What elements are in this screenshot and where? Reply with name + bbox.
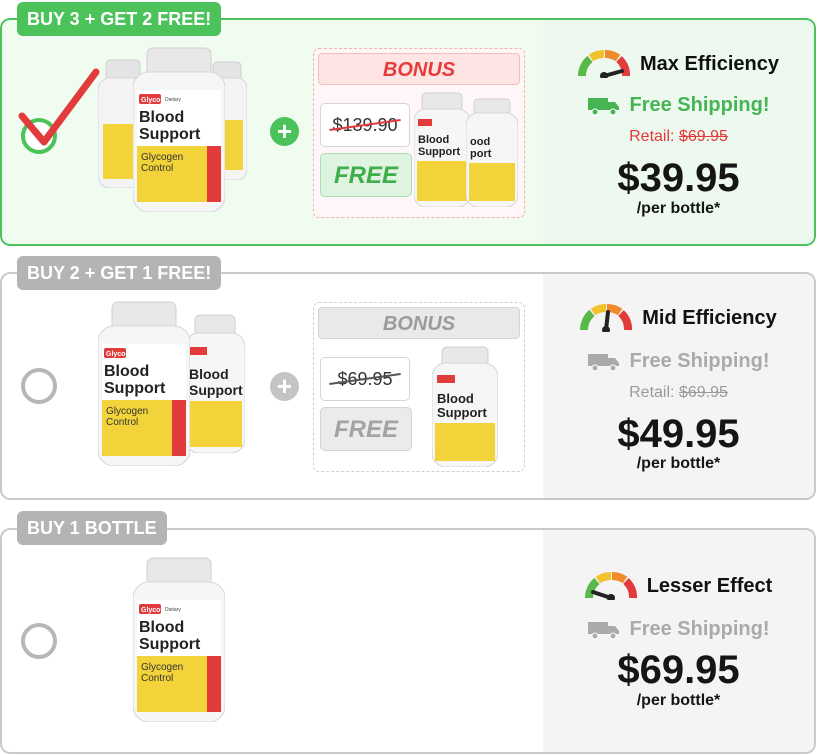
svg-text:port: port [470,148,492,160]
svg-text:Control: Control [106,417,138,428]
svg-text:Blood: Blood [139,109,184,126]
svg-text:Support: Support [104,380,166,397]
offer-price: $69.95 [617,648,740,692]
per-bottle-label: /per bottle* [636,455,721,472]
svg-text:Glycogen: Glycogen [141,152,183,163]
efficiency-label: Lesser Effect [646,574,773,597]
retail-price: Retail: $69.95 [629,128,728,145]
svg-text:Blood: Blood [418,134,449,146]
efficiency-label: Max Efficiency [640,52,779,75]
svg-text:Support: Support [437,405,487,420]
offer-radio[interactable] [21,368,57,404]
svg-text:Glycogen: Glycogen [106,406,148,417]
offer-tag: BUY 1 BOTTLE [17,511,167,545]
bonus-bottle: ood port [465,97,519,212]
truck-icon [587,621,619,639]
plus-icon: + [270,117,299,146]
svg-text:Control: Control [141,163,173,174]
bonus-header: BONUS [318,53,520,85]
shipping-label: Free Shipping! [629,350,770,372]
bonus-free-label: FREE [320,407,412,451]
product-bottle: Blood Support [184,313,246,458]
svg-text:Support: Support [139,126,201,143]
svg-text:Blood: Blood [437,391,474,406]
offer-tag: BUY 2 + GET 1 FREE! [17,256,222,290]
bonus-header: BONUS [318,307,520,339]
svg-text:ood: ood [470,136,490,148]
svg-text:Blood: Blood [139,619,184,636]
svg-text:Dietary: Dietary [165,97,181,103]
product-bottle: GlycoQ Dietary Blood Support Glycogen Co… [132,556,226,727]
svg-text:Support: Support [189,382,243,398]
bonus-old-price: $139.90 [320,103,410,147]
product-bottle: GlycoQ Dietary Blood Support Glycogen Co… [132,46,226,217]
svg-text:Support: Support [139,636,201,653]
truck-icon [587,97,619,115]
offer-price: $39.95 [617,156,740,200]
svg-text:Blood: Blood [104,363,149,380]
offer-price: $49.95 [617,412,740,456]
offer-tag: BUY 3 + GET 2 FREE! [17,2,222,36]
svg-text:GlycoQ: GlycoQ [141,97,166,104]
svg-text:Glycogen: Glycogen [141,662,183,673]
bonus-bottle: Blood Support [431,345,499,472]
svg-text:Support: Support [418,146,460,158]
checkmark-icon [18,68,100,146]
svg-text:GlycoQ: GlycoQ [141,607,166,614]
plus-icon: + [270,372,299,401]
svg-text:Blood: Blood [189,366,229,382]
offer-radio[interactable] [21,623,57,659]
svg-text:Control: Control [141,673,173,684]
shipping-label: Free Shipping! [629,94,770,116]
product-bottle: GlycoQ Blood Support Glycogen Control [97,300,191,471]
per-bottle-label: /per bottle* [636,200,721,217]
gauge-icon [584,572,637,600]
truck-icon [587,353,619,371]
gauge-icon [580,304,633,332]
bonus-old-price: $69.95 [320,357,410,401]
per-bottle-label: /per bottle* [636,692,721,709]
shipping-label: Free Shipping! [629,618,770,640]
retail-price: Retail: $69.95 [629,384,728,401]
efficiency-label: Mid Efficiency [642,306,777,329]
bonus-free-label: FREE [320,153,412,197]
gauge-icon [578,50,631,78]
svg-text:Dietary: Dietary [165,607,181,613]
bonus-box: BONUS $69.95 FREE BloodSupport [313,302,525,472]
svg-text:GlycoQ: GlycoQ [106,351,131,358]
bonus-bottle: Blood Support [413,91,471,212]
bonus-box: BONUS $139.90 FREE BloodSupport oodport [313,48,525,218]
